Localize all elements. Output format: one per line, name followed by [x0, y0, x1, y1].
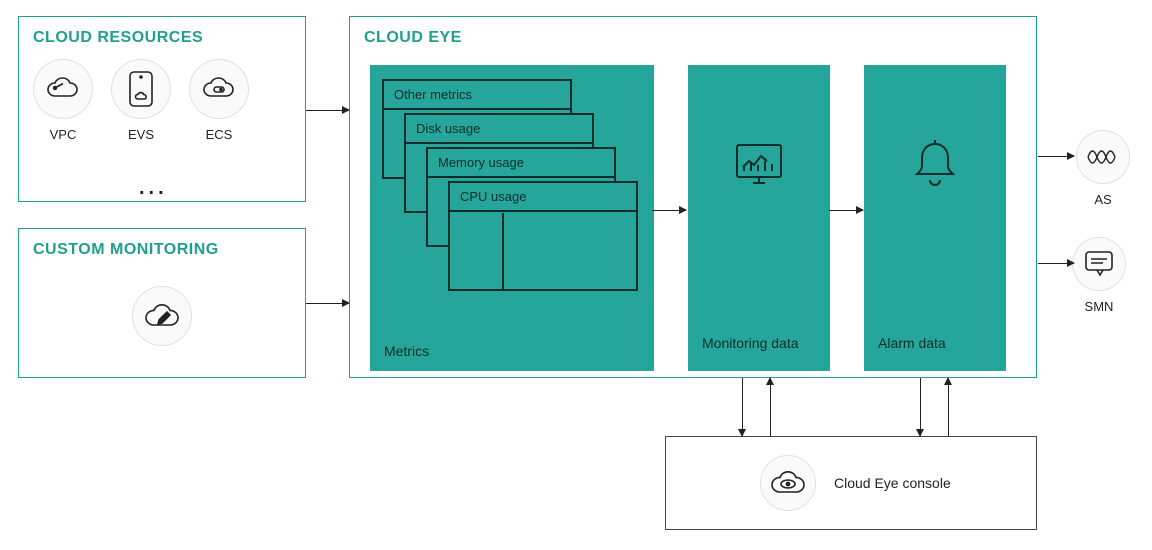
metric-layer-header: Other metrics — [384, 81, 570, 110]
custom-monitoring-box: CUSTOM MONITORING — [18, 228, 306, 378]
metrics-caption: Metrics — [384, 343, 429, 359]
cloud-resources-box: CLOUD RESOURCES VPC EVS — [18, 16, 306, 202]
metric-layer-cpu: CPU usage — [448, 181, 638, 291]
alarm-bell-icon — [910, 138, 960, 192]
output-as-label: AS — [1094, 192, 1111, 207]
output-smn: SMN — [1072, 237, 1126, 314]
cloud-eye-title: CLOUD EYE — [350, 17, 1036, 59]
arrow-console-to-alarm-up — [948, 378, 949, 436]
arrow-monitoring-to-console-down — [742, 378, 743, 436]
custom-monitoring-icon — [132, 286, 192, 346]
cloud-resources-items: VPC EVS ECS — [19, 59, 305, 142]
output-as: AS — [1076, 130, 1130, 207]
arrow-monitoring-to-alarm — [829, 210, 863, 211]
metric-layer-header: CPU usage — [450, 183, 636, 212]
console-label: Cloud Eye console — [834, 475, 951, 491]
resource-label: EVS — [128, 127, 154, 142]
more-resources-ellipsis: ... — [139, 177, 168, 200]
resource-label: VPC — [50, 127, 77, 142]
as-icon — [1076, 130, 1130, 184]
metrics-panel: Other metrics Disk usage Memory usage CP… — [370, 65, 654, 371]
resource-label: ECS — [206, 127, 233, 142]
arrow-metrics-to-monitoring — [652, 210, 686, 211]
cloud-resources-title: CLOUD RESOURCES — [19, 17, 305, 59]
arrow-custom-to-cloudeye — [306, 303, 349, 304]
ecs-icon — [189, 59, 249, 119]
smn-icon — [1072, 237, 1126, 291]
arrow-resources-to-cloudeye — [306, 110, 349, 111]
arrow-alarm-to-console-down — [920, 378, 921, 436]
resource-vpc: VPC — [33, 59, 93, 142]
alarm-panel: Alarm data — [864, 65, 1006, 371]
arrow-to-smn — [1038, 263, 1074, 264]
output-smn-label: SMN — [1085, 299, 1114, 314]
arrow-to-as — [1038, 156, 1074, 157]
metric-layer-header: Memory usage — [428, 149, 614, 178]
console-box: Cloud Eye console — [665, 436, 1037, 530]
vpc-icon — [33, 59, 93, 119]
monitoring-caption: Monitoring data — [702, 335, 799, 351]
alarm-caption: Alarm data — [878, 335, 946, 351]
resource-ecs: ECS — [189, 59, 249, 142]
cloud-eye-console-icon — [760, 455, 816, 511]
metric-layer-header: Disk usage — [406, 115, 592, 144]
monitoring-chart-icon — [731, 141, 787, 189]
evs-icon — [111, 59, 171, 119]
custom-monitoring-title: CUSTOM MONITORING — [19, 229, 305, 271]
arrow-console-to-monitoring-up — [770, 378, 771, 436]
resource-evs: EVS — [111, 59, 171, 142]
cloud-eye-box: CLOUD EYE Other metrics Disk usage Memor… — [349, 16, 1037, 378]
monitoring-panel: Monitoring data — [688, 65, 830, 371]
